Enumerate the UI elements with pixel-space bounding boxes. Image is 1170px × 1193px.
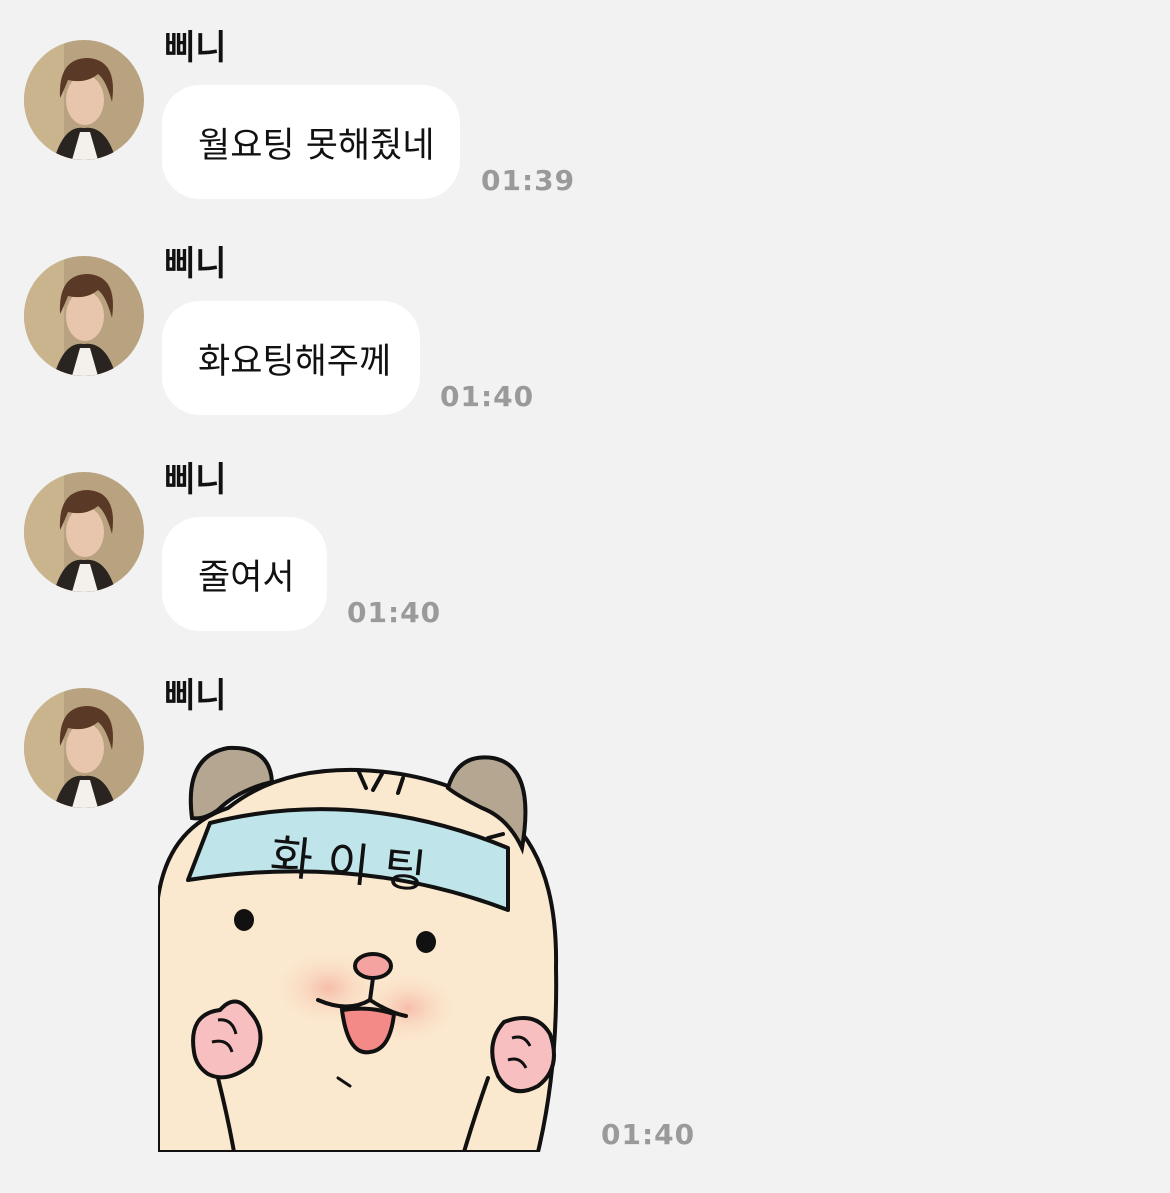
sender-avatar[interactable] bbox=[24, 40, 144, 160]
message-timestamp: 01:40 bbox=[601, 1118, 696, 1151]
sender-name: 삐니 bbox=[164, 676, 227, 716]
message-bubble[interactable]: 화요팅해주께 bbox=[162, 301, 420, 415]
message-bubble[interactable]: 월요팅 못해줬네 bbox=[162, 85, 460, 199]
sender-avatar[interactable] bbox=[24, 256, 144, 376]
message-bubble[interactable]: 줄여서 bbox=[162, 517, 327, 631]
sender-avatar[interactable] bbox=[24, 688, 144, 808]
message-timestamp: 01:40 bbox=[440, 380, 535, 413]
sender-name: 삐니 bbox=[164, 460, 227, 500]
sender-name: 삐니 bbox=[164, 244, 227, 284]
hamster-sticker[interactable]: 화 이 팅 bbox=[158, 738, 572, 1152]
sender-avatar[interactable] bbox=[24, 472, 144, 592]
sender-name: 삐니 bbox=[164, 28, 227, 68]
message-timestamp: 01:40 bbox=[347, 596, 442, 629]
message-timestamp: 01:39 bbox=[481, 164, 576, 197]
